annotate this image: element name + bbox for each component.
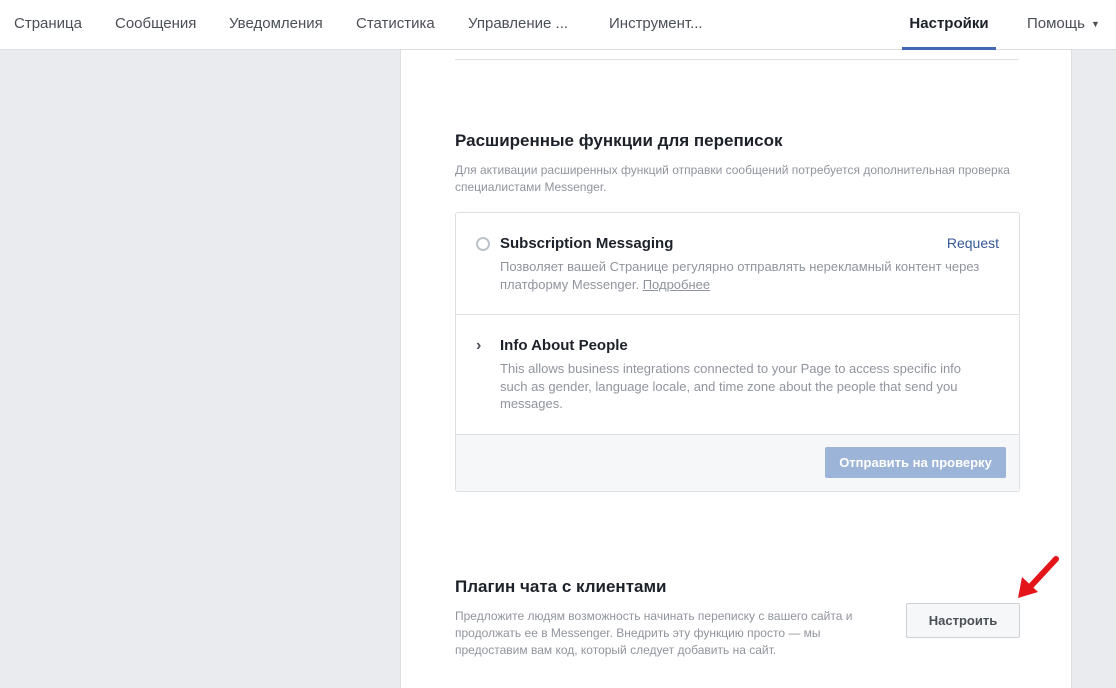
- help-label: Помощь: [1027, 15, 1085, 32]
- tab-page[interactable]: Страница: [14, 0, 82, 50]
- request-link[interactable]: Request: [947, 235, 999, 251]
- settings-card: Расширенные функции для переписок Для ак…: [400, 50, 1072, 688]
- plugin-section-desc: Предложите людям возможность начинать пе…: [455, 609, 853, 657]
- tab-notifications[interactable]: Уведомления: [229, 0, 323, 50]
- setup-button[interactable]: Настроить: [906, 603, 1020, 638]
- advanced-section-title: Расширенные функции для переписок: [455, 131, 783, 150]
- tab-settings[interactable]: Настройки: [902, 0, 996, 50]
- help-menu[interactable]: Помощь ▼: [1027, 0, 1100, 50]
- submit-for-review-button[interactable]: Отправить на проверку: [825, 447, 1006, 478]
- tab-management[interactable]: Управление ...: [468, 0, 568, 50]
- radio-icon[interactable]: [476, 237, 490, 251]
- divider: [455, 59, 1019, 60]
- features-footer: Отправить на проверку: [456, 434, 1019, 491]
- feature-title: Info About People: [500, 337, 628, 354]
- feature-subscription-messaging: Subscription Messaging Позволяет вашей С…: [456, 213, 1019, 315]
- learn-more-link[interactable]: Подробнее: [643, 277, 710, 292]
- feature-desc-text: Позволяет вашей Странице регулярно отпра…: [500, 259, 980, 292]
- feature-desc: This allows business integrations connec…: [500, 361, 962, 411]
- chevron-right-icon[interactable]: ›: [476, 337, 481, 355]
- tab-tools[interactable]: Инструмент...: [609, 0, 703, 50]
- tab-insights[interactable]: Статистика: [356, 0, 435, 50]
- caret-down-icon: ▼: [1090, 19, 1100, 29]
- tab-messages[interactable]: Сообщения: [115, 0, 196, 50]
- features-box: Subscription Messaging Позволяет вашей С…: [455, 212, 1020, 492]
- top-nav: Страница Сообщения Уведомления Статистик…: [0, 0, 1116, 50]
- feature-title: Subscription Messaging: [500, 235, 674, 252]
- annotation-arrow-icon: [1018, 556, 1059, 598]
- feature-info-about-people[interactable]: › Info About People This allows business…: [456, 315, 1019, 434]
- plugin-section-title: Плагин чата с клиентами: [455, 577, 667, 596]
- advanced-section-desc: Для активации расширенных функций отправ…: [455, 163, 1010, 194]
- feature-desc: Позволяет вашей Странице регулярно отпра…: [500, 258, 980, 293]
